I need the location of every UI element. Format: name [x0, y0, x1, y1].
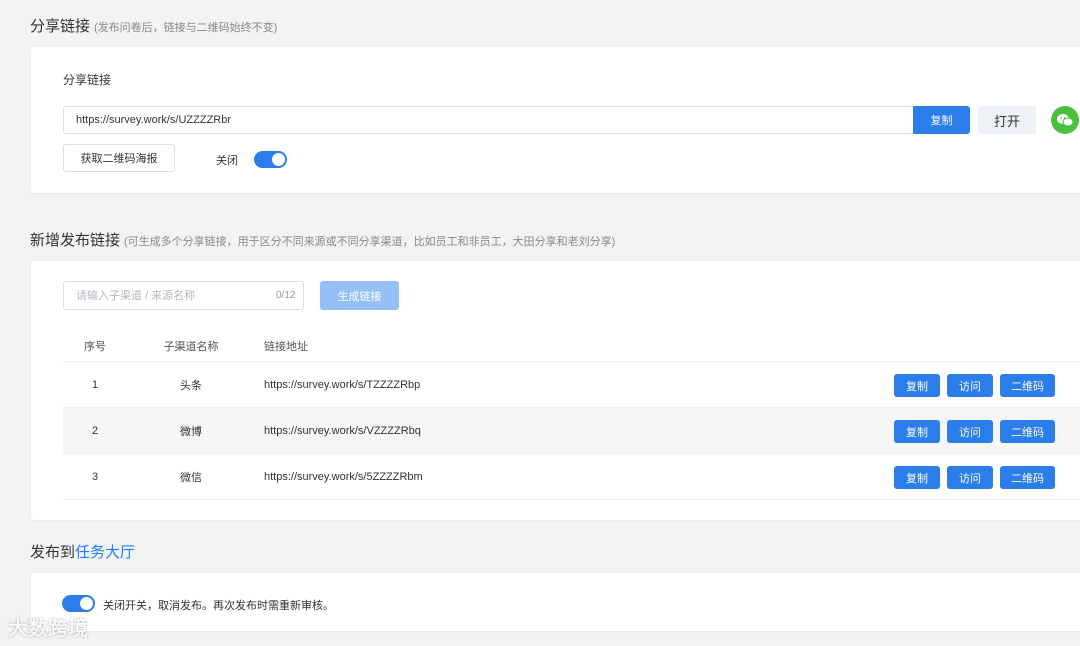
share-title-hint: (发布问卷后，链接与二维码始终不变): [94, 22, 278, 34]
task-hall-link[interactable]: 任务大厅: [75, 544, 135, 561]
channels-title-hint: (可生成多个分享链接，用于区分不同来源或不同分享渠道，比如员工和非员工，大田分享…: [124, 236, 616, 248]
watermark: 大数跨境: [8, 618, 88, 640]
column-header-url: 链接地址: [264, 341, 308, 353]
table-row: 3 微信 https://survey.work/s/5ZZZZRbm 复制 访…: [63, 454, 1080, 500]
publish-card: 关闭开关，取消发布。再次发布时需重新审核。: [31, 573, 1080, 631]
generate-link-button[interactable]: 生成链接: [320, 281, 399, 310]
row-qr-button[interactable]: 二维码: [1000, 420, 1055, 443]
row-copy-button[interactable]: 复制: [894, 374, 940, 397]
copy-url-button[interactable]: 复制: [913, 106, 970, 134]
row-url: https://survey.work/s/5ZZZZRbm: [264, 470, 423, 483]
table-row: 2 微博 https://survey.work/s/VZZZZRbq 复制 访…: [63, 408, 1080, 454]
row-copy-button[interactable]: 复制: [894, 420, 940, 443]
table-row: 1 头条 https://survey.work/s/TZZZZRbp 复制 访…: [63, 362, 1080, 408]
share-card-label: 分享链接: [63, 73, 112, 87]
publish-notice: 关闭开关，取消发布。再次发布时需重新审核。: [103, 600, 334, 612]
row-index: 2: [91, 424, 99, 437]
channels-card: 0/12 生成链接 序号 子渠道名称 链接地址 1 头条 https://sur…: [31, 261, 1080, 520]
share-toggle-label: 关闭: [216, 155, 238, 167]
column-header-index: 序号: [84, 341, 106, 353]
channels-section-title: 新增发布链接 (可生成多个分享链接，用于区分不同来源或不同分享渠道，比如员工和非员…: [30, 229, 615, 250]
publish-title-prefix: 发布到: [30, 544, 76, 561]
share-section-title: 分享链接 (发布问卷后，链接与二维码始终不变): [30, 15, 277, 36]
share-toggle-switch[interactable]: [254, 151, 287, 168]
row-index: 3: [91, 470, 99, 483]
row-channel-name: 微博: [180, 425, 202, 438]
channel-name-input[interactable]: [63, 281, 304, 310]
publish-toggle-switch[interactable]: [62, 595, 95, 612]
table-header: 序号 子渠道名称 链接地址: [63, 331, 1080, 362]
wechat-icon[interactable]: [1051, 106, 1079, 134]
qr-poster-button[interactable]: 获取二维码海报: [63, 144, 175, 172]
row-channel-name: 微信: [180, 471, 202, 484]
row-index: 1: [91, 378, 99, 391]
row-qr-button[interactable]: 二维码: [1000, 466, 1055, 489]
row-visit-button[interactable]: 访问: [947, 420, 993, 443]
row-url: https://survey.work/s/TZZZZRbp: [264, 378, 421, 391]
row-url: https://survey.work/s/VZZZZRbq: [264, 424, 421, 437]
row-qr-button[interactable]: 二维码: [1000, 374, 1055, 397]
share-url-field[interactable]: https://survey.work/s/UZZZZRbr: [63, 106, 914, 134]
open-url-button[interactable]: 打开: [978, 106, 1036, 134]
channels-table: 序号 子渠道名称 链接地址 1 头条 https://survey.work/s…: [63, 331, 1080, 500]
share-title-text: 分享链接: [30, 18, 91, 35]
column-header-name: 子渠道名称: [163, 341, 219, 353]
row-copy-button[interactable]: 复制: [894, 466, 940, 489]
row-channel-name: 头条: [180, 379, 202, 392]
channels-title-text: 新增发布链接: [30, 232, 121, 249]
channel-name-counter: 0/12: [276, 290, 296, 301]
row-visit-button[interactable]: 访问: [947, 374, 993, 397]
row-visit-button[interactable]: 访问: [947, 466, 993, 489]
share-card: 分享链接 https://survey.work/s/UZZZZRbr 复制 打…: [31, 47, 1080, 193]
publish-section-title: 发布到任务大厅: [30, 541, 135, 562]
